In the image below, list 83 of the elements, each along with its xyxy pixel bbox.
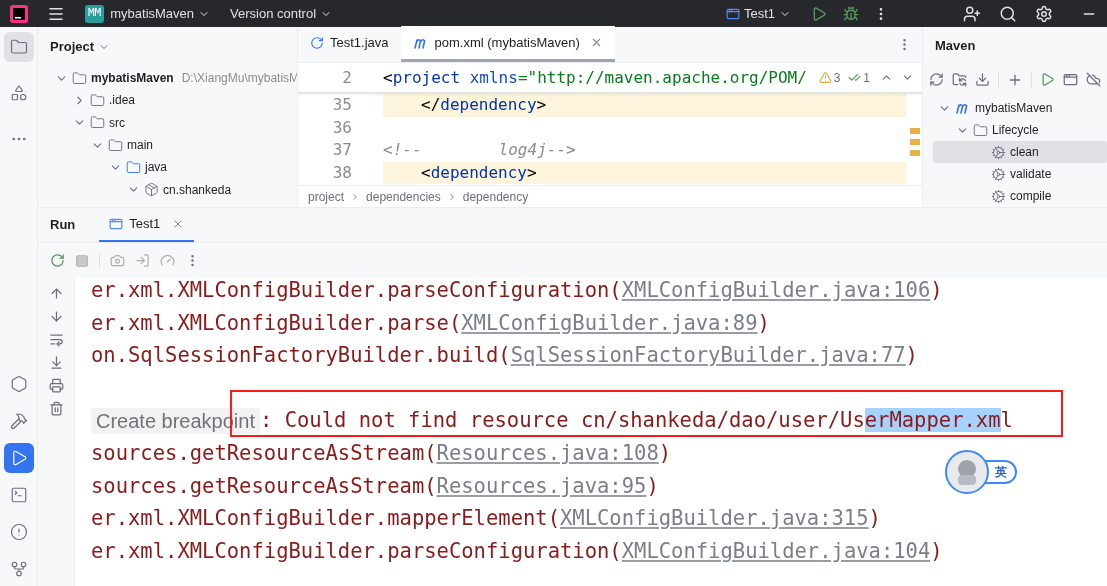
- source-link[interactable]: XMLConfigBuilder.java:315: [560, 506, 869, 531]
- source-link[interactable]: SqlSessionFactoryBuilder.java:77: [510, 343, 906, 368]
- line-number: 38: [331, 161, 353, 184]
- panel-title: Run: [50, 215, 76, 234]
- warning-icon: [818, 71, 832, 84]
- panel-title: Maven: [935, 37, 976, 56]
- wrap-icon[interactable]: [48, 332, 64, 347]
- console-line: er.xml.XMLConfigBuilder.parseConfiguration(XMLConfigBuilder.java:106): [91, 278, 943, 304]
- print-icon[interactable]: [48, 378, 64, 393]
- settings-icon[interactable]: [1035, 4, 1053, 23]
- breadcrumb[interactable]: dependencies: [366, 187, 441, 206]
- folder-icon: [90, 92, 105, 108]
- tree-item[interactable]: validate: [933, 163, 1107, 185]
- window-icon: [109, 216, 124, 231]
- source-link[interactable]: Resources.java:95: [436, 473, 647, 498]
- gauge-icon[interactable]: [160, 253, 175, 268]
- breadcrumb[interactable]: dependency: [462, 187, 529, 206]
- project-badge: MM: [85, 4, 105, 23]
- console-line: on.SqlSessionFactoryBuilder.build(SqlSessionFactoryBuilder.java:77): [91, 342, 918, 370]
- run-icon[interactable]: [1040, 72, 1055, 88]
- package-icon: [144, 182, 159, 198]
- line-number: 36: [331, 116, 353, 139]
- source-link[interactable]: XMLConfigBuilder.java:106: [621, 278, 931, 302]
- panel-title[interactable]: Project: [50, 37, 111, 57]
- error-message: : Could not find resource cn/shankeda/dao/user/UserMapper.xml: [260, 407, 1013, 435]
- vcs-dropdown[interactable]: Version control: [230, 3, 333, 24]
- rerun-icon[interactable]: [50, 253, 65, 268]
- code-line: <!-- log4j-->: [383, 139, 577, 162]
- app-logo: [10, 4, 28, 23]
- folder-icon: [72, 70, 87, 86]
- reload-icon[interactable]: [929, 72, 944, 88]
- breadcrumb[interactable]: project: [308, 187, 345, 206]
- folder-sync-icon[interactable]: [952, 72, 967, 88]
- bug-icon[interactable]: [843, 5, 859, 22]
- run-config-dropdown[interactable]: Test1: [725, 3, 791, 24]
- gear-icon: [991, 144, 1006, 160]
- source-link[interactable]: Resources.java:108: [436, 440, 659, 465]
- tree-item[interactable]: mybatisMaven: [933, 97, 1107, 119]
- tree-item[interactable]: compile: [933, 185, 1107, 207]
- tree-item[interactable]: main: [50, 133, 297, 157]
- search-icon[interactable]: [999, 4, 1017, 23]
- exit-icon[interactable]: [135, 253, 150, 268]
- up-icon[interactable]: [48, 286, 64, 301]
- tree-item[interactable]: clean: [933, 141, 1107, 163]
- editor-tab[interactable]: pom.xml (mybatisMaven): [400, 26, 615, 62]
- folder-icon: [90, 115, 105, 131]
- source-link[interactable]: XMLConfigBuilder.java:89: [461, 310, 758, 335]
- folder-icon: [973, 122, 988, 138]
- java-class-icon: [310, 35, 324, 50]
- scrollbar-marks: [910, 128, 920, 156]
- tree-item[interactable]: .idea: [50, 89, 297, 112]
- project-folder-icon[interactable]: [3, 32, 34, 62]
- console-line: sources.getResourceAsStream(Resources.java:95): [91, 472, 659, 500]
- console-line: er.xml.XMLConfigBuilder.parse(XMLConfigBuilder.java:89): [91, 309, 770, 337]
- line-number: 37: [331, 139, 353, 162]
- offline-icon[interactable]: [1086, 72, 1101, 88]
- console-line: sources.getResourceAsStream(Resources.java:108): [91, 439, 672, 467]
- line-number: 35: [331, 94, 353, 117]
- window-icon[interactable]: [1063, 72, 1078, 88]
- project-dropdown[interactable]: mybatisMaven: [110, 3, 211, 24]
- check-count[interactable]: 1: [848, 68, 870, 87]
- folder-icon: [126, 159, 141, 175]
- trash-icon[interactable]: [48, 401, 64, 416]
- folder-icon: [108, 137, 123, 153]
- tree-item[interactable]: cn.shankeda: [50, 178, 297, 201]
- gear-icon: [991, 188, 1006, 204]
- run-icon[interactable]: [811, 5, 827, 22]
- source-link[interactable]: XMLConfigBuilder.java:104: [621, 538, 931, 563]
- add-user-icon[interactable]: [963, 4, 981, 23]
- tree-item[interactable]: Lifecycle: [933, 119, 1107, 141]
- gear-icon: [991, 166, 1006, 182]
- run-icon[interactable]: [3, 443, 34, 473]
- editor-tab[interactable]: Test1.java: [298, 26, 401, 62]
- camera-icon[interactable]: [110, 253, 125, 268]
- tree-item[interactable]: java: [50, 156, 297, 179]
- window-icon: [725, 6, 740, 21]
- console-line: er.xml.XMLConfigBuilder.mapperElement(XMLConfigBuilder.java:315): [91, 505, 881, 533]
- console-line: er.xml.XMLConfigBuilder.parseConfiguration(XMLConfigBuilder.java:104): [91, 537, 943, 565]
- tree-item[interactable]: src: [50, 111, 297, 134]
- download-icon[interactable]: [975, 72, 990, 88]
- down-icon[interactable]: [48, 309, 64, 324]
- warning-count[interactable]: 3: [818, 68, 841, 87]
- double-check-icon: [848, 71, 862, 84]
